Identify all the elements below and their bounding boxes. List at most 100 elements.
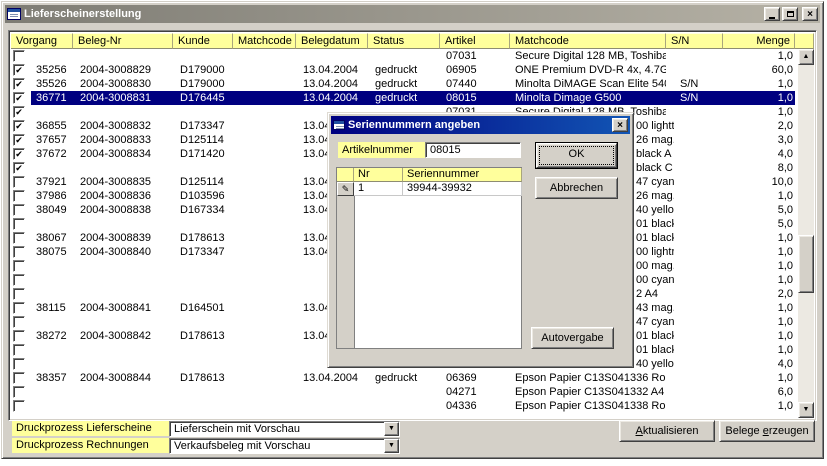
- chevron-down-icon[interactable]: ▼: [384, 439, 399, 453]
- combo-value: Lieferschein mit Vorschau: [174, 422, 300, 436]
- cell-frag: 00 lightr: [636, 245, 674, 259]
- cell-menge: 2,0: [711, 287, 793, 301]
- cell-beleg_nr: 2004-3008835: [80, 175, 175, 189]
- cell-kunde: D171420: [180, 147, 238, 161]
- grid-column-seriennummer[interactable]: Seriennummer: [403, 168, 522, 182]
- maximize-button[interactable]: [782, 7, 798, 21]
- row-checkbox[interactable]: ✔: [13, 134, 25, 146]
- row-checkbox[interactable]: [13, 260, 25, 272]
- cell-status: gedruckt: [375, 77, 437, 91]
- cell-kunde: D125114: [180, 133, 238, 147]
- close-button[interactable]: ×: [802, 7, 818, 21]
- column-header-menge[interactable]: Menge: [723, 33, 795, 49]
- row-checkbox[interactable]: [13, 218, 25, 230]
- row-checkbox[interactable]: ✔: [13, 162, 25, 174]
- minimize-icon: [769, 17, 775, 19]
- table-row[interactable]: ✔367712004-3008831D17644513.04.2004gedru…: [11, 91, 798, 105]
- column-header-s-n[interactable]: S/N: [666, 33, 723, 49]
- row-checkbox[interactable]: ✔: [13, 148, 25, 160]
- dialog-icon: [333, 120, 345, 130]
- row-checkbox[interactable]: [13, 372, 25, 384]
- column-header-matchcode[interactable]: Matchcode: [233, 33, 296, 49]
- maximize-icon: [787, 11, 794, 17]
- cell-menge: 1,0: [711, 329, 793, 343]
- table-row[interactable]: 04336Epson Papier C13S041338 Rolle1,0: [11, 399, 798, 413]
- druckprozess-lieferscheine-combobox[interactable]: Lieferschein mit Vorschau ▼: [169, 421, 400, 437]
- row-checkbox[interactable]: [13, 316, 25, 328]
- cell-vorgang: 38067: [36, 231, 80, 245]
- grid-column-nr[interactable]: Nr: [354, 168, 403, 182]
- screen: Lieferscheinerstellung × VorgangBeleg-Nr…: [0, 0, 827, 466]
- cell-belegdatum: 13.04.2004: [303, 63, 365, 77]
- cell-menge: 1,0: [711, 91, 793, 105]
- cell-vorgang: 37672: [36, 147, 80, 161]
- table-row[interactable]: ✔352562004-3008829D17900013.04.2004gedru…: [11, 63, 798, 77]
- cell-frag: 01 black: [636, 343, 674, 357]
- row-checkbox[interactable]: [13, 50, 25, 62]
- row-checkbox[interactable]: [13, 190, 25, 202]
- scrollbar-thumb[interactable]: [798, 235, 814, 293]
- aktualisieren-button[interactable]: Aktualisieren: [619, 420, 715, 442]
- row-checkbox[interactable]: [13, 400, 25, 412]
- artikelnummer-field[interactable]: 08015: [425, 142, 521, 158]
- row-checkbox[interactable]: [13, 386, 25, 398]
- table-row[interactable]: ✔355262004-3008830D17900013.04.2004gedru…: [11, 77, 798, 91]
- column-header-beleg-nr[interactable]: Beleg-Nr: [73, 33, 173, 49]
- cell-menge: 60,0: [711, 63, 793, 77]
- dialog-titlebar: Seriennummern angeben ×: [331, 116, 630, 134]
- row-checkbox[interactable]: ✔: [13, 64, 25, 76]
- abbrechen-button[interactable]: Abbrechen: [535, 177, 618, 199]
- cell-artikel: 06905: [446, 63, 508, 77]
- table-row[interactable]: 04271Epson Papier C13S041332 A46,0: [11, 385, 798, 399]
- dialog-close-button[interactable]: ×: [612, 118, 628, 132]
- column-header-belegdatum[interactable]: Belegdatum: [296, 33, 368, 49]
- row-checkbox[interactable]: ✔: [13, 92, 25, 104]
- column-header-artikel[interactable]: Artikel: [440, 33, 510, 49]
- row-checkbox[interactable]: [13, 344, 25, 356]
- druckprozess-rechnungen-label: Druckprozess Rechnungen: [12, 438, 169, 453]
- row-checkbox[interactable]: [13, 176, 25, 188]
- row-checkbox[interactable]: [13, 358, 25, 370]
- cell-vorgang: 36771: [36, 91, 80, 105]
- cell-kunde: D178613: [180, 371, 238, 385]
- cell-kunde: D178613: [180, 329, 238, 343]
- cell-frag: 40 yello: [636, 357, 674, 371]
- column-header-blank[interactable]: [795, 33, 814, 49]
- column-header-vorgang[interactable]: Vorgang: [11, 33, 73, 49]
- grid-cell-nr[interactable]: 1: [354, 182, 403, 196]
- cell-vorgang: 38357: [36, 371, 80, 385]
- minimize-button[interactable]: [764, 7, 780, 21]
- column-header-matchcode[interactable]: Matchcode: [510, 33, 666, 49]
- row-checkbox[interactable]: ✔: [13, 78, 25, 90]
- row-checkbox[interactable]: [13, 246, 25, 258]
- row-checkbox[interactable]: [13, 232, 25, 244]
- cell-vorgang: 35256: [36, 63, 80, 77]
- table-row[interactable]: 383572004-3008844D17861313.04.2004gedruc…: [11, 371, 798, 385]
- belege-erzeugen-button[interactable]: Belege erzeugen: [719, 420, 815, 442]
- grid-cell-seriennummer[interactable]: 39944-39932: [403, 182, 522, 196]
- row-checkbox[interactable]: ✔: [13, 120, 25, 132]
- table-row[interactable]: 07031Secure Digital 128 MB, Toshiba1,0: [11, 49, 798, 63]
- scroll-up-button[interactable]: ▲: [798, 49, 814, 65]
- cell-vorgang: 37921: [36, 175, 80, 189]
- cell-frag: 26 mag.: [636, 189, 674, 203]
- row-checkbox[interactable]: [13, 288, 25, 300]
- row-checkbox[interactable]: [13, 330, 25, 342]
- cell-menge: 1,0: [711, 231, 793, 245]
- column-header-kunde[interactable]: Kunde: [173, 33, 233, 49]
- vertical-scrollbar[interactable]: ▲ ▼: [798, 49, 814, 418]
- scroll-down-button[interactable]: ▼: [798, 402, 814, 418]
- autovergabe-button[interactable]: Autovergabe: [531, 327, 614, 349]
- cell-menge: 1,0: [711, 77, 793, 91]
- row-checkbox[interactable]: [13, 204, 25, 216]
- chevron-down-icon[interactable]: ▼: [384, 422, 399, 436]
- cell-frag: 47 cyan: [636, 175, 674, 189]
- ok-button[interactable]: OK: [535, 142, 618, 169]
- cell-menge: 10,0: [711, 175, 793, 189]
- row-checkbox[interactable]: ✔: [13, 106, 25, 118]
- grid-marker-column: [337, 182, 355, 348]
- row-checkbox[interactable]: [13, 274, 25, 286]
- column-header-status[interactable]: Status: [368, 33, 440, 49]
- row-checkbox[interactable]: [13, 302, 25, 314]
- druckprozess-rechnungen-combobox[interactable]: Verkaufsbeleg mit Vorschau ▼: [169, 438, 400, 454]
